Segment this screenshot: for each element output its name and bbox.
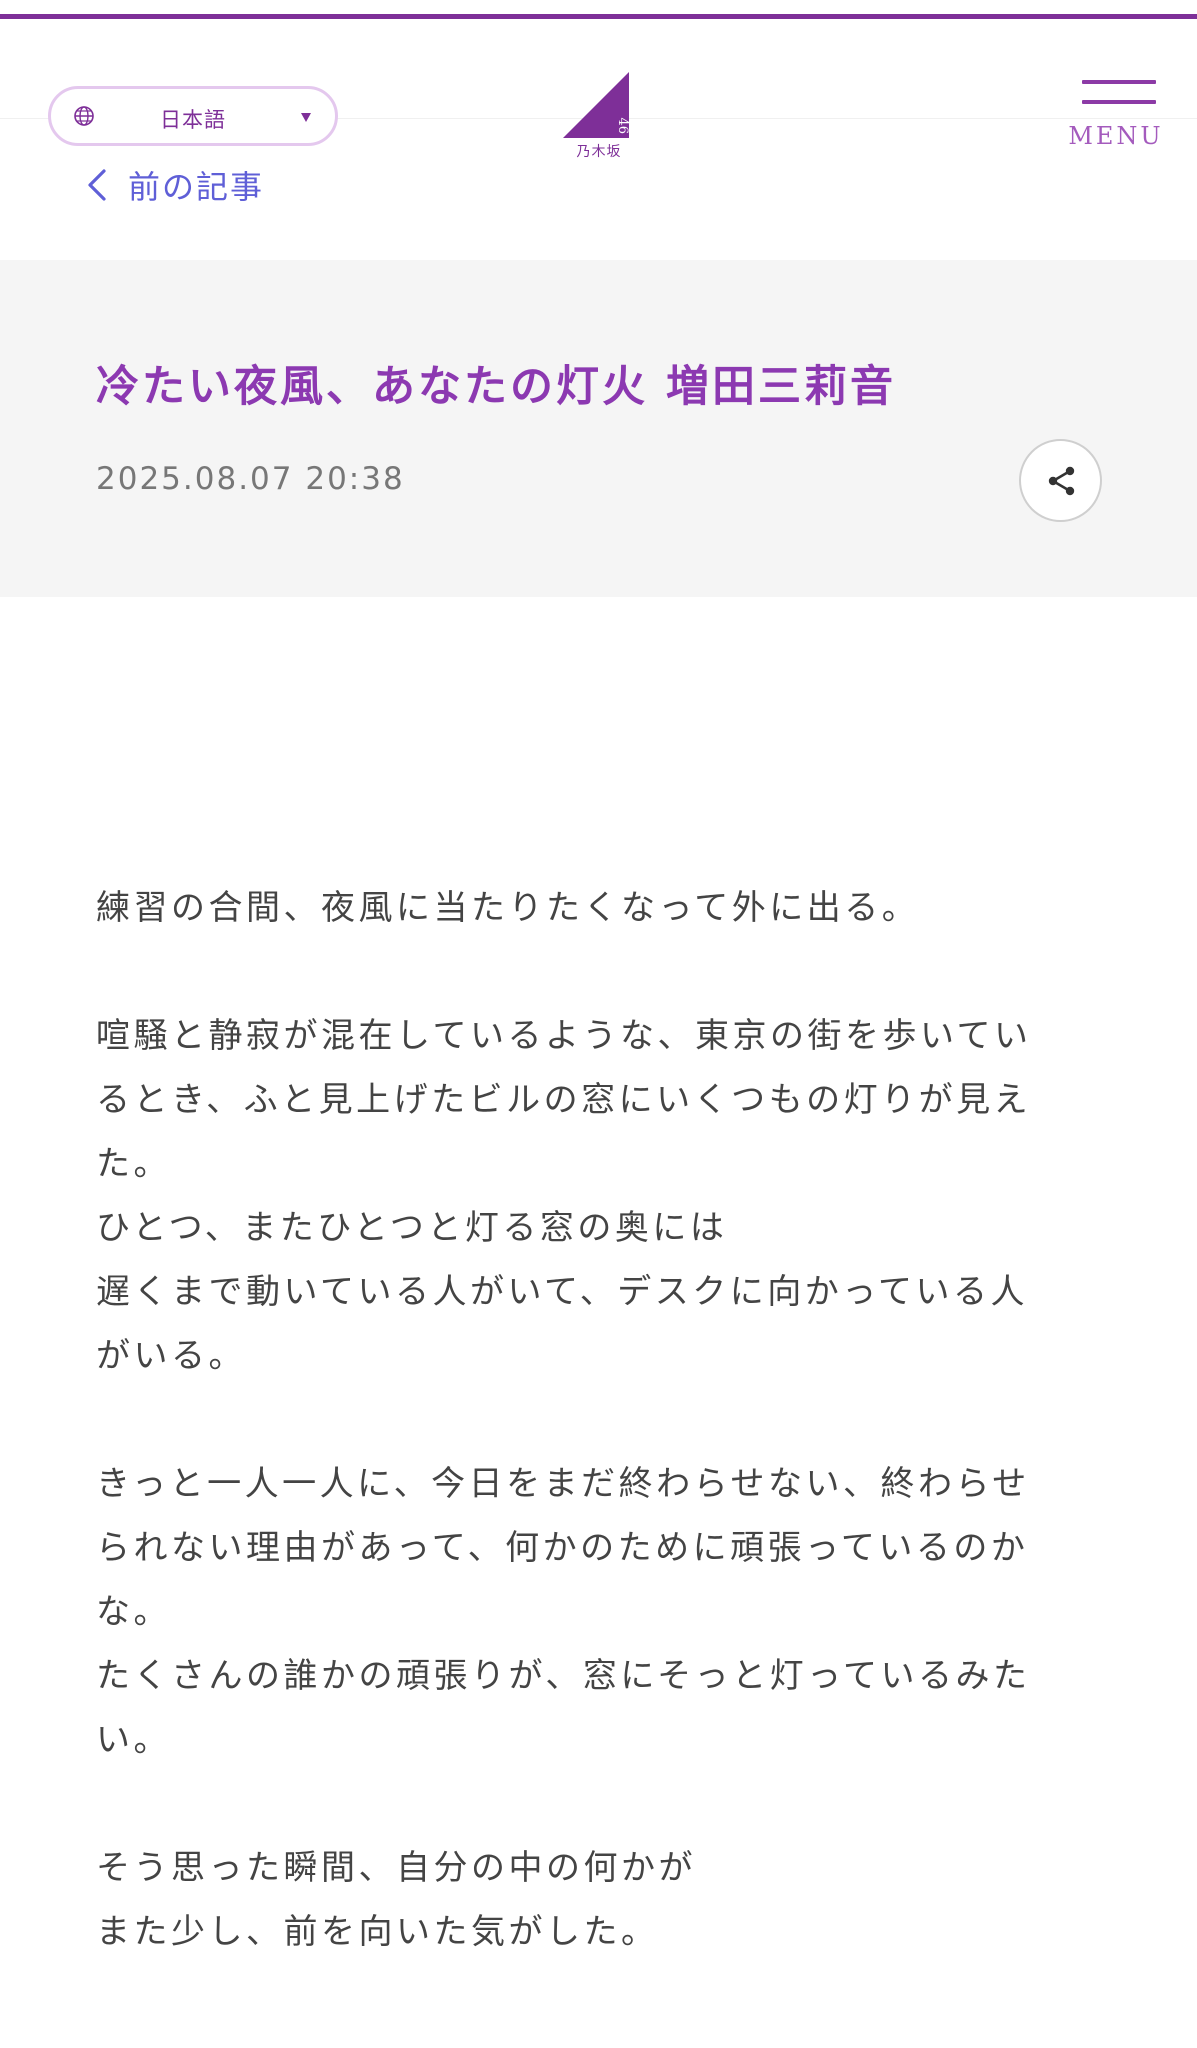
body-line: 喧騒と静寂が混在しているような、東京の街を歩いてい <box>96 1016 1032 1056</box>
language-selector[interactable]: 日本語 <box>48 86 338 146</box>
caret-down-icon <box>301 113 311 122</box>
body-line: たくさんの誰かの頑張りが、窓にそっと灯っているみた <box>96 1656 1031 1696</box>
body-line: い。 <box>96 1720 171 1760</box>
prev-article-label: 前の記事 <box>128 168 265 206</box>
menu-button[interactable]: MENU <box>1068 78 1164 150</box>
article-body: 練習の合間、夜風に当たりたくなって外に出る。喧騒と静寂が混在しているような、東京… <box>96 876 1086 1964</box>
body-line: そう思った瞬間、自分の中の何かが <box>96 1848 696 1888</box>
body-line: るとき、ふと見上げたビルの窓にいくつもの灯りが見え <box>96 1080 1032 1120</box>
body-line: また少し、前を向いた気がした。 <box>96 1912 659 1952</box>
site-logo[interactable]: 46 乃木坂 <box>563 68 635 160</box>
body-line: た。 <box>96 1144 171 1184</box>
body-line: ひとつ、またひとつと灯る窓の奥には <box>96 1208 728 1248</box>
menu-label: MENU <box>1068 122 1164 150</box>
article-title: 冷たい夜風、あなたの灯火 増田三莉音 <box>96 362 896 412</box>
body-line: な。 <box>96 1592 171 1632</box>
chevron-left-icon <box>88 169 106 201</box>
body-line: られない理由があって、何かのために頑張っているのか <box>96 1528 1029 1568</box>
share-icon <box>1048 466 1075 496</box>
prev-article-link[interactable]: 前の記事 <box>86 162 264 208</box>
logo-number: 46 <box>615 117 630 134</box>
logo-text: 乃木坂 <box>577 144 622 158</box>
logo-mark: 46 乃木坂 <box>563 72 630 160</box>
language-label: 日本語 <box>160 108 226 132</box>
article-date: 2025.08.07 20:38 <box>96 461 405 497</box>
hamburger-bar <box>1082 100 1156 104</box>
hamburger-icon <box>1082 80 1156 84</box>
body-line: きっと一人一人に、今日をまだ終わらせない、終わらせ <box>96 1464 1030 1504</box>
share-button[interactable] <box>1019 439 1102 522</box>
body-line: がいる。 <box>96 1336 246 1376</box>
article-header <box>0 260 1197 597</box>
body-line: 練習の合間、夜風に当たりたくなって外に出る。 <box>96 888 920 928</box>
body-line: 遅くまで動いている人がいて、デスクに向かっている人 <box>96 1272 1029 1312</box>
